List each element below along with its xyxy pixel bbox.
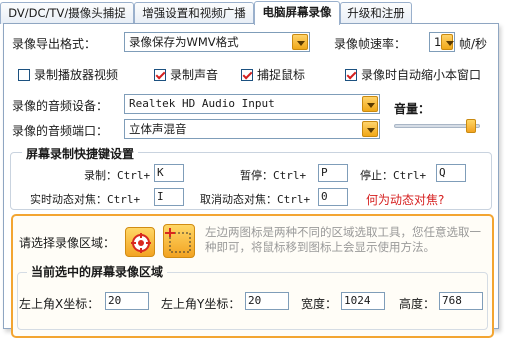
height-label: 高度： — [399, 297, 436, 311]
focus-hotkey-input[interactable]: I — [154, 188, 184, 206]
record-hotkey-input[interactable]: K — [154, 164, 184, 182]
screen-record-panel: 录像导出格式： 录像保存为WMV格式 录像帧速率： 10 帧/秒 录制播放器视频… — [3, 23, 499, 338]
stop-hotkey-label: 停止：Ctrl+ — [360, 169, 427, 182]
chevron-down-icon — [362, 121, 378, 137]
region-tool-rectangle-button[interactable] — [163, 224, 195, 258]
record-region-panel: 请选择录像区域： 左边两图标是两种不同的区域选取工具，您任意选取一种即可，将鼠标… — [11, 214, 494, 338]
record-player-checkbox[interactable]: 录制播放器视频 — [18, 68, 118, 82]
tab-upgrade-register[interactable]: 升级和注册 — [340, 2, 412, 24]
fps-select[interactable]: 10 — [429, 32, 455, 52]
audio-port-select[interactable]: 立体声混音 — [124, 119, 380, 139]
checkbox-box — [241, 69, 253, 81]
what-is-focus-link[interactable]: 何为动态对焦? — [366, 191, 444, 208]
dashed-rectangle-select-icon — [165, 228, 191, 253]
focus-hotkey-label: 实时动态对焦：Ctrl+ — [30, 193, 141, 206]
record-player-label: 录制播放器视频 — [34, 68, 119, 82]
width-input[interactable]: 1024 — [341, 292, 385, 310]
audio-device-select[interactable]: Realtek HD Audio Input — [124, 94, 380, 114]
chevron-down-icon — [362, 96, 378, 112]
capture-mouse-checkbox[interactable]: 捕捉鼠标 — [241, 68, 305, 82]
pause-hotkey-input[interactable]: P — [318, 164, 348, 182]
tab-screen-record[interactable]: 电脑屏幕录像 — [254, 1, 340, 25]
audio-port-label: 录像的音频端口： — [12, 124, 109, 138]
checkbox-box — [154, 69, 166, 81]
checkbox-box — [345, 69, 357, 81]
chevron-down-icon — [292, 34, 308, 50]
audio-device-value: Realtek HD Audio Input — [129, 97, 275, 110]
volume-label: 音量： — [394, 102, 431, 116]
current-region-title: 当前选中的屏幕录像区域 — [27, 263, 168, 280]
record-sound-label: 录制声音 — [170, 68, 219, 82]
volume-slider-thumb[interactable] — [466, 119, 477, 133]
cancel-focus-hotkey-label: 取消动态对焦：Ctrl+ — [200, 193, 311, 206]
export-format-select[interactable]: 录像保存为WMV格式 — [124, 32, 310, 52]
select-region-label: 请选择录像区域： — [19, 236, 116, 250]
capture-mouse-label: 捕捉鼠标 — [257, 68, 306, 82]
height-input[interactable]: 768 — [439, 292, 483, 310]
region-tool-hint: 左边两图标是两种不同的区域选取工具，您任意选取一种即可，将鼠标移到图标上会显示使… — [205, 225, 481, 254]
cancel-focus-hotkey-input[interactable]: 0 — [318, 188, 348, 206]
record-sound-checkbox[interactable]: 录制声音 — [154, 68, 218, 82]
width-label: 宽度： — [301, 297, 338, 311]
audio-device-label: 录像的音频设备： — [12, 99, 109, 113]
x-coord-input[interactable]: 20 — [105, 292, 149, 310]
pause-hotkey-label: 暂停：Ctrl+ — [240, 169, 307, 182]
y-coord-label: 左上角Y坐标： — [161, 297, 241, 311]
y-coord-input[interactable]: 20 — [245, 292, 289, 310]
x-coord-label: 左上角X坐标： — [19, 297, 100, 311]
record-hotkey-label: 录制：Ctrl+ — [84, 169, 151, 182]
auto-minimize-label: 录像时自动缩小本窗口 — [361, 68, 482, 82]
region-tool-target-button[interactable] — [125, 227, 155, 257]
stop-hotkey-input[interactable]: Q — [436, 164, 466, 182]
auto-minimize-checkbox[interactable]: 录像时自动缩小本窗口 — [345, 68, 481, 82]
fps-label: 录像帧速率： — [334, 37, 407, 51]
checkbox-box — [18, 69, 30, 81]
export-format-value: 录像保存为WMV格式 — [129, 35, 239, 49]
fps-unit: 帧/秒 — [459, 37, 488, 51]
tab-dv-capture[interactable]: DV/DC/TV/摄像头捕捉 — [0, 2, 134, 24]
crosshair-target-icon — [131, 233, 151, 253]
hotkey-group-title: 屏幕录制快捷键设置 — [22, 145, 139, 162]
chevron-down-icon — [441, 34, 454, 50]
tab-enhanced-settings[interactable]: 增强设置和视频广播 — [134, 2, 254, 24]
audio-port-value: 立体声混音 — [129, 122, 187, 136]
export-format-label: 录像导出格式： — [12, 37, 97, 51]
